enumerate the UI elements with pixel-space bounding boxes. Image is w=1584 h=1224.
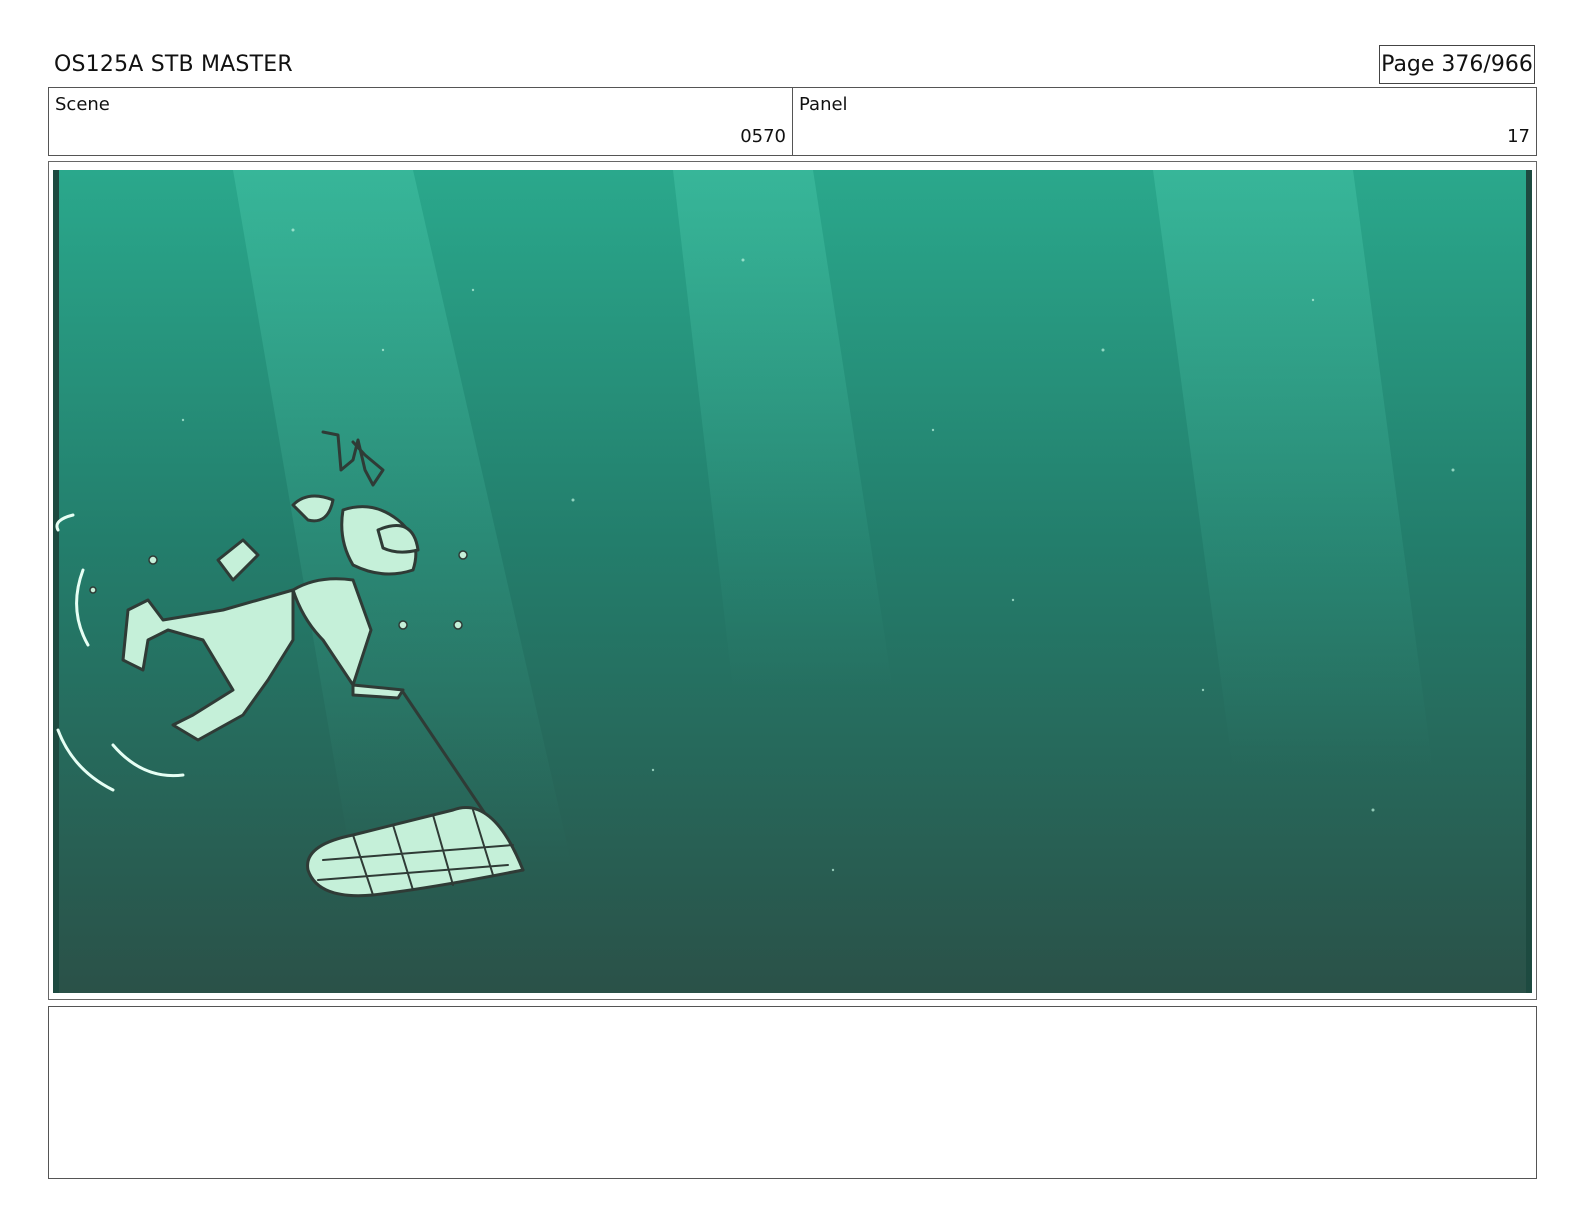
scene-value: 0570 [740,126,786,147]
panel-cell: Panel 17 [792,88,1536,155]
notes-box [48,1006,1537,1179]
storyboard-panel-frame [48,161,1537,1000]
document-title: OS125A STB MASTER [54,52,293,77]
scene-label: Scene [55,94,110,115]
page-number-badge: Page 376/966 [1379,45,1535,84]
scene-cell: Scene 0570 [49,88,792,155]
frame-edge-left [53,170,59,993]
panel-label: Panel [799,94,848,115]
storyboard-drawing [53,170,1532,993]
panel-value: 17 [1507,126,1530,147]
frame-edge-right [1526,170,1532,993]
scene-panel-info-row: Scene 0570 Panel 17 [48,87,1537,156]
